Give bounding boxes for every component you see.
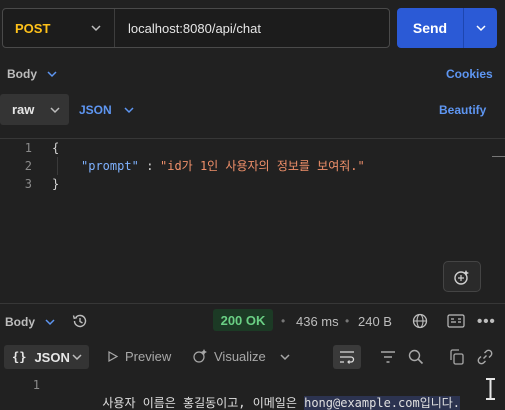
chevron-down-icon[interactable]	[279, 351, 291, 363]
json-separator: :	[139, 159, 161, 173]
cookies-link[interactable]: Cookies	[446, 67, 493, 81]
format-select[interactable]: JSON	[79, 103, 112, 117]
editor-line: 1 {	[0, 139, 505, 157]
send-button[interactable]: Send	[397, 8, 463, 48]
body-tab[interactable]: Body	[7, 67, 37, 81]
chevron-down-icon	[49, 104, 61, 116]
url-input[interactable]: localhost:8080/api/chat	[115, 21, 261, 36]
chevron-down-icon[interactable]	[46, 68, 58, 80]
braces-icon: {}	[12, 350, 27, 364]
response-text-highlight: hong@example.com입니다.	[304, 396, 461, 410]
method-label: POST	[15, 20, 51, 36]
more-options-icon[interactable]: •••	[477, 313, 496, 330]
json-key: "prompt"	[81, 159, 139, 173]
response-time: 436 ms	[296, 314, 339, 329]
visualize-label: Visualize	[214, 348, 266, 364]
chevron-down-icon	[475, 22, 487, 34]
response-format-select[interactable]: {} JSON	[4, 345, 89, 369]
scrollbar[interactable]	[492, 156, 505, 157]
filter-icon[interactable]	[379, 349, 397, 365]
response-line: 1 사용자 이름은 홍길동이고, 이메일은 hong@example.com입니…	[0, 376, 505, 410]
send-options-button[interactable]	[463, 8, 497, 48]
link-icon[interactable]	[476, 348, 494, 366]
preview-label: Preview	[125, 349, 172, 364]
chevron-down-icon[interactable]	[44, 316, 56, 328]
wrap-lines-icon	[338, 350, 356, 364]
wrap-lines-button[interactable]	[333, 345, 361, 369]
send-button-group: Send	[397, 8, 497, 48]
response-text: 사용자 이름은 홍길동이고, 이메일은	[102, 396, 305, 410]
line-number: 2	[24, 159, 32, 173]
globe-icon[interactable]	[411, 312, 429, 330]
line-number: 1	[32, 378, 40, 392]
visualize-icon	[192, 348, 208, 364]
response-size: 240 B	[358, 314, 392, 329]
line-number: 1	[24, 141, 32, 155]
editor-line: 2 "prompt" : "id가 1인 사용자의 정보를 보여줘."	[0, 157, 505, 175]
brace: }	[52, 177, 60, 191]
response-format-label: JSON	[34, 349, 70, 365]
play-icon	[106, 350, 119, 363]
status-badge: 200 OK	[213, 309, 273, 331]
history-icon[interactable]	[71, 312, 89, 330]
editor-line: 3 }	[0, 175, 505, 193]
preview-button[interactable]: Preview	[106, 349, 171, 364]
separator-dot: •	[281, 314, 286, 328]
separator-dot: •	[345, 314, 350, 328]
method-select[interactable]: POST	[3, 9, 115, 47]
json-string: "id가 1인 사용자의 정보를 보여줘."	[160, 159, 365, 173]
body-type-select[interactable]: raw	[0, 94, 69, 125]
visualize-button[interactable]: Visualize	[192, 348, 266, 364]
line-number: 3	[24, 177, 32, 191]
copy-icon[interactable]	[448, 348, 466, 366]
text-cursor-icon	[484, 378, 497, 400]
example-icon[interactable]	[447, 313, 465, 329]
magic-wand-icon	[453, 268, 471, 286]
response-body-tab[interactable]: Body	[5, 315, 35, 329]
divider	[0, 303, 505, 304]
beautify-button[interactable]: Beautify	[439, 103, 486, 117]
request-url-bar: POST localhost:8080/api/chat	[2, 8, 390, 48]
chevron-down-icon	[90, 22, 102, 34]
chevron-down-icon[interactable]	[123, 104, 135, 116]
search-icon[interactable]	[407, 348, 425, 366]
body-type-label: raw	[12, 102, 35, 117]
brace: {	[52, 141, 60, 155]
ai-assist-button[interactable]	[443, 261, 481, 292]
chevron-down-icon	[71, 351, 83, 363]
